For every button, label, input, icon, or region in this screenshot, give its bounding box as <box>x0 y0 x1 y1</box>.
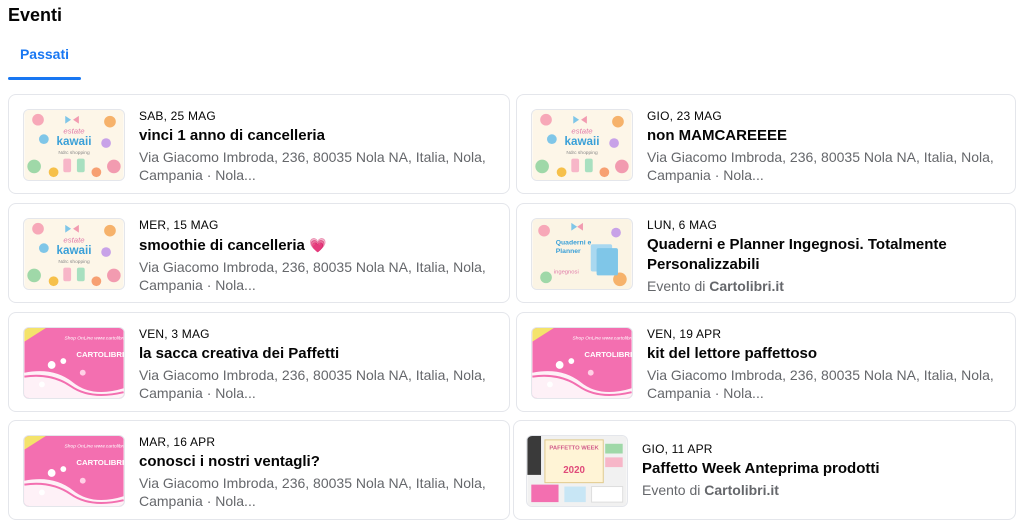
svg-text:Ndrc shopping: Ndrc shopping <box>58 259 90 265</box>
svg-text:kawaii: kawaii <box>57 244 92 257</box>
svg-text:Planner: Planner <box>556 248 581 255</box>
location-line: Via Giacomo Imbroda, 236, 80035 Nola NA,… <box>139 149 486 165</box>
location-line: Campania · Nola... <box>139 277 256 293</box>
active-tab-indicator <box>8 77 81 80</box>
tab-passati[interactable]: Passati <box>8 36 81 80</box>
event-date: LUN, 6 MAG <box>647 218 718 232</box>
event-date: SAB, 25 MAG <box>139 109 216 123</box>
event-date: MER, 15 MAG <box>139 218 219 232</box>
event-location: Via Giacomo Imbroda, 236, 80035 Nola NA,… <box>139 474 495 510</box>
event-title[interactable]: Paffetto Week Anteprima prodotti <box>642 459 1001 479</box>
svg-text:Shop OnLine www.cartolibri: Shop OnLine www.cartolibri <box>65 336 124 342</box>
organizer-link[interactable]: Cartolibri.it <box>704 482 779 498</box>
svg-text:PAFFETTO WEEK: PAFFETTO WEEK <box>549 446 599 452</box>
svg-text:Ndrc shopping: Ndrc shopping <box>58 150 90 156</box>
event-title[interactable]: smoothie di cancelleria 💗 <box>139 235 495 256</box>
event-location: Via Giacomo Imbroda, 236, 80035 Nola NA,… <box>139 258 495 294</box>
event-date: MAR, 16 APR <box>139 435 216 449</box>
event-date: GIO, 11 APR <box>642 442 713 456</box>
event-card[interactable]: PAFFETTO WEEK 2020 GIO, 11 APR Paffetto … <box>513 420 1016 520</box>
location-line: Via Giacomo Imbroda, 236, 80035 Nola NA,… <box>139 367 486 383</box>
event-title-text: smoothie di cancelleria <box>139 237 305 254</box>
event-title[interactable]: kit del lettore paffettoso <box>647 344 1001 364</box>
event-location: Via Giacomo Imbroda, 236, 80035 Nola NA,… <box>139 148 495 184</box>
event-thumbnail[interactable]: estate kawaii Ndrc shopping <box>23 218 125 290</box>
tab-bar: Passati <box>8 36 81 80</box>
svg-text:Shop OnLine www.cartolibri: Shop OnLine www.cartolibri <box>65 444 124 450</box>
svg-text:kawaii: kawaii <box>565 135 600 148</box>
svg-text:CARTOLIBRI: CARTOLIBRI <box>76 350 124 359</box>
event-card[interactable]: estate kawaii Ndrc shopping GIO, 23 MAG … <box>516 94 1016 194</box>
svg-text:ingegnosi: ingegnosi <box>554 269 579 275</box>
organizer-link[interactable]: Cartolibri.it <box>709 278 784 294</box>
event-date: VEN, 3 MAG <box>139 327 210 341</box>
event-thumbnail[interactable]: estate kawaii Ndrc shopping <box>531 109 633 181</box>
event-title[interactable]: la sacca creativa dei Paffetti <box>139 344 495 364</box>
svg-text:CARTOLIBRI: CARTOLIBRI <box>76 458 124 467</box>
location-line: Campania · Nola... <box>139 385 256 401</box>
event-card[interactable]: Shop OnLine www.cartolibri CARTOLIBRI VE… <box>8 312 510 412</box>
svg-text:kawaii: kawaii <box>57 135 92 148</box>
event-thumbnail[interactable]: Shop OnLine www.cartolibri CARTOLIBRI <box>23 435 125 507</box>
page-title: Eventi <box>8 5 63 25</box>
location-line: Via Giacomo Imbroda, 236, 80035 Nola NA,… <box>139 259 486 275</box>
location-line: Campania · Nola... <box>139 493 256 509</box>
event-card[interactable]: estate kawaii Ndrc shopping SAB, 25 MAG … <box>8 94 510 194</box>
event-thumbnail[interactable]: estate kawaii Ndrc shopping <box>23 109 125 181</box>
location-line: Campania · Nola... <box>647 385 764 401</box>
tab-label: Passati <box>19 46 70 62</box>
svg-text:Shop OnLine www.cartolibri: Shop OnLine www.cartolibri <box>573 336 632 342</box>
svg-text:estate: estate <box>63 235 85 244</box>
event-card[interactable]: Shop OnLine www.cartolibri CARTOLIBRI MA… <box>8 420 510 520</box>
event-title[interactable]: Quaderni e Planner Ingegnosi. Totalmente… <box>647 235 1001 275</box>
organizer-prefix: Evento di <box>647 278 706 294</box>
svg-text:estate: estate <box>63 126 85 135</box>
event-location: Via Giacomo Imbroda, 236, 80035 Nola NA,… <box>647 148 1001 184</box>
event-card[interactable]: Quaderni e Planner ingegnosi LUN, 6 MAG … <box>516 203 1016 303</box>
location-line: Campania · Nola... <box>139 167 256 183</box>
event-location: Via Giacomo Imbroda, 236, 80035 Nola NA,… <box>647 366 1001 402</box>
svg-text:estate: estate <box>571 126 593 135</box>
event-thumbnail[interactable]: Shop OnLine www.cartolibri CARTOLIBRI <box>23 327 125 399</box>
event-location: Via Giacomo Imbroda, 236, 80035 Nola NA,… <box>139 366 495 402</box>
event-title[interactable]: non MAMCAREEEE <box>647 126 1001 146</box>
svg-text:2020: 2020 <box>563 465 585 476</box>
location-line: Via Giacomo Imbroda, 236, 80035 Nola NA,… <box>647 367 994 383</box>
event-thumbnail[interactable]: PAFFETTO WEEK 2020 <box>526 435 628 507</box>
event-thumbnail[interactable]: Quaderni e Planner ingegnosi <box>531 218 633 290</box>
location-line: Campania · Nola... <box>647 167 764 183</box>
pink-heart-icon: 💗 <box>309 237 327 253</box>
event-title[interactable]: conosci i nostri ventagli? <box>139 452 495 472</box>
event-thumbnail[interactable]: Shop OnLine www.cartolibri CARTOLIBRI <box>531 327 633 399</box>
event-card[interactable]: estate kawaii Ndrc shopping MER, 15 MAG … <box>8 203 510 303</box>
event-organizer: Evento di Cartolibri.it <box>647 277 1001 295</box>
svg-text:Quaderni e: Quaderni e <box>556 239 592 246</box>
event-organizer: Evento di Cartolibri.it <box>642 481 1001 499</box>
location-line: Via Giacomo Imbroda, 236, 80035 Nola NA,… <box>139 475 486 491</box>
location-line: Via Giacomo Imbroda, 236, 80035 Nola NA,… <box>647 149 994 165</box>
svg-text:CARTOLIBRI: CARTOLIBRI <box>584 350 632 359</box>
svg-text:Ndrc shopping: Ndrc shopping <box>566 150 598 156</box>
event-title[interactable]: vinci 1 anno di cancelleria <box>139 126 495 146</box>
organizer-prefix: Evento di <box>642 482 701 498</box>
event-date: VEN, 19 APR <box>647 327 722 341</box>
event-card[interactable]: Shop OnLine www.cartolibri CARTOLIBRI VE… <box>516 312 1016 412</box>
event-date: GIO, 23 MAG <box>647 109 722 123</box>
